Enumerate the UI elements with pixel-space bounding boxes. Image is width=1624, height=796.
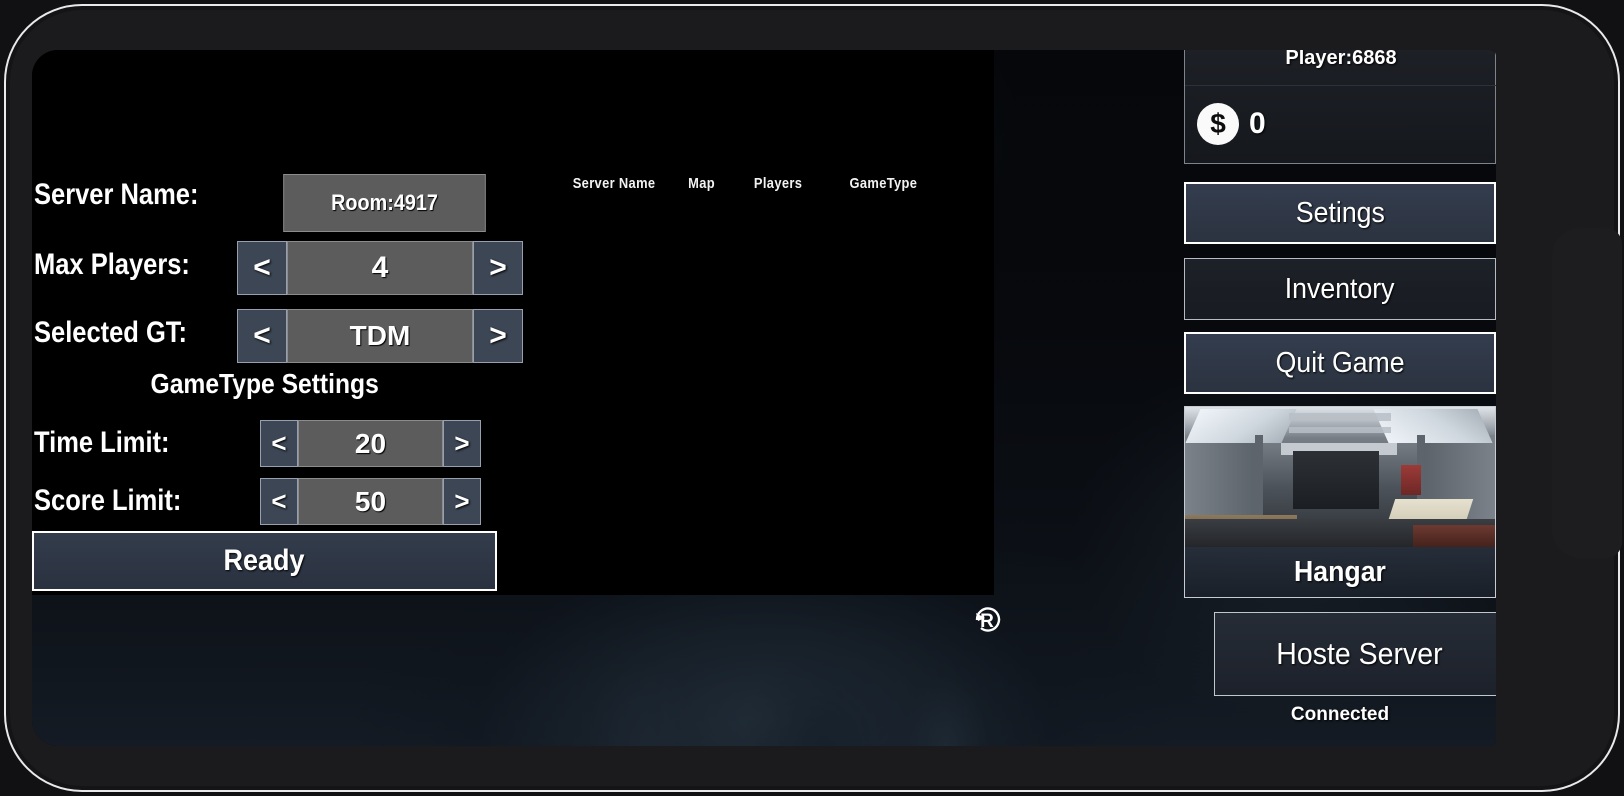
hangar-skylight-right bbox=[1373, 409, 1493, 443]
label-time-limit: Time Limit: bbox=[34, 426, 170, 459]
settings-button[interactable]: Setings bbox=[1184, 182, 1496, 244]
refresh-icon[interactable]: R bbox=[970, 602, 1004, 636]
connection-status: Connected bbox=[1290, 704, 1390, 725]
right-sidebar: Player:6868 $ 0 Setings Inventory Quit G… bbox=[1184, 50, 1496, 746]
row-max-players: Max Players: < 4 > bbox=[32, 238, 523, 295]
currency-amount: 0 bbox=[1249, 107, 1267, 140]
row-score-limit: Score Limit: < 50 > bbox=[32, 474, 497, 528]
label-max-players: Max Players: bbox=[34, 248, 190, 281]
map-name-text: Hangar bbox=[1294, 555, 1386, 588]
column-header-players: Players bbox=[753, 175, 803, 192]
dollar-coin-icon: $ bbox=[1197, 103, 1239, 145]
column-header-server-name: Server Name bbox=[572, 175, 656, 192]
column-header-map: Map bbox=[688, 175, 716, 192]
gametype-settings-heading-text: GameType Settings bbox=[150, 368, 379, 399]
time-limit-next-button[interactable]: > bbox=[443, 420, 481, 467]
time-limit-prev-button[interactable]: < bbox=[260, 420, 298, 467]
ready-button[interactable]: Ready bbox=[32, 531, 497, 591]
quit-game-button-label: Quit Game bbox=[1275, 346, 1405, 379]
server-name-input[interactable]: Room:4917 bbox=[283, 174, 486, 232]
inventory-button[interactable]: Inventory bbox=[1184, 258, 1496, 320]
soldier-silhouette bbox=[532, 586, 1002, 746]
host-server-button-label: Hoste Server bbox=[1275, 636, 1443, 671]
row-selected-gametype: Selected GT: < TDM > bbox=[32, 306, 523, 363]
hangar-left-wall bbox=[1185, 437, 1255, 523]
time-limit-value: 20 bbox=[298, 420, 443, 467]
device-side-bump bbox=[1552, 228, 1622, 558]
gametype-value: TDM bbox=[287, 309, 473, 363]
ready-button-label: Ready bbox=[223, 544, 306, 577]
score-limit-prev-button[interactable]: < bbox=[260, 478, 298, 525]
gametype-next-button[interactable]: > bbox=[473, 309, 523, 363]
gametype-prev-button[interactable]: < bbox=[237, 309, 287, 363]
gametype-settings-heading: GameType Settings bbox=[32, 368, 497, 400]
player-name: Player:6868 bbox=[1285, 50, 1397, 69]
player-card-divider bbox=[1185, 85, 1496, 86]
currency-row: $ 0 bbox=[1197, 103, 1267, 145]
map-preview-card[interactable]: Hangar bbox=[1184, 406, 1496, 598]
match-setup-panel: Server Name: Room:4917 Max Players: < 4 … bbox=[32, 168, 523, 598]
settings-button-label: Setings bbox=[1295, 196, 1385, 229]
score-limit-value: 50 bbox=[298, 478, 443, 525]
hangar-red-crate bbox=[1401, 465, 1421, 495]
map-name-banner: Hangar bbox=[1185, 547, 1495, 597]
score-limit-next-button[interactable]: > bbox=[443, 478, 481, 525]
hangar-floor-rust bbox=[1413, 525, 1495, 547]
quit-game-button[interactable]: Quit Game bbox=[1184, 332, 1496, 394]
hangar-skylight-left bbox=[1185, 409, 1297, 443]
row-server-name: Server Name: Room:4917 bbox=[32, 168, 497, 232]
game-screen: Server Name Map Players GameType R Serve… bbox=[32, 50, 1496, 746]
map-thumbnail-image bbox=[1185, 407, 1495, 547]
max-players-value: 4 bbox=[287, 241, 473, 295]
svg-text:R: R bbox=[980, 611, 994, 632]
hangar-center-structure bbox=[1293, 451, 1379, 509]
column-header-gametype: GameType bbox=[849, 175, 918, 192]
hangar-truss bbox=[1289, 413, 1391, 421]
row-time-limit: Time Limit: < 20 > bbox=[32, 416, 497, 470]
host-server-button[interactable]: Hoste Server bbox=[1214, 612, 1496, 696]
max-players-prev-button[interactable]: < bbox=[237, 241, 287, 295]
hangar-beam bbox=[1255, 435, 1263, 527]
label-score-limit: Score Limit: bbox=[34, 484, 182, 517]
label-selected-gametype: Selected GT: bbox=[34, 316, 188, 349]
hangar-truss bbox=[1289, 427, 1391, 433]
device-shell: Server Name Map Players GameType R Serve… bbox=[0, 0, 1624, 796]
label-server-name: Server Name: bbox=[34, 178, 199, 211]
max-players-next-button[interactable]: > bbox=[473, 241, 523, 295]
inventory-button-label: Inventory bbox=[1285, 272, 1395, 305]
player-info-card: Player:6868 $ 0 bbox=[1184, 50, 1496, 164]
